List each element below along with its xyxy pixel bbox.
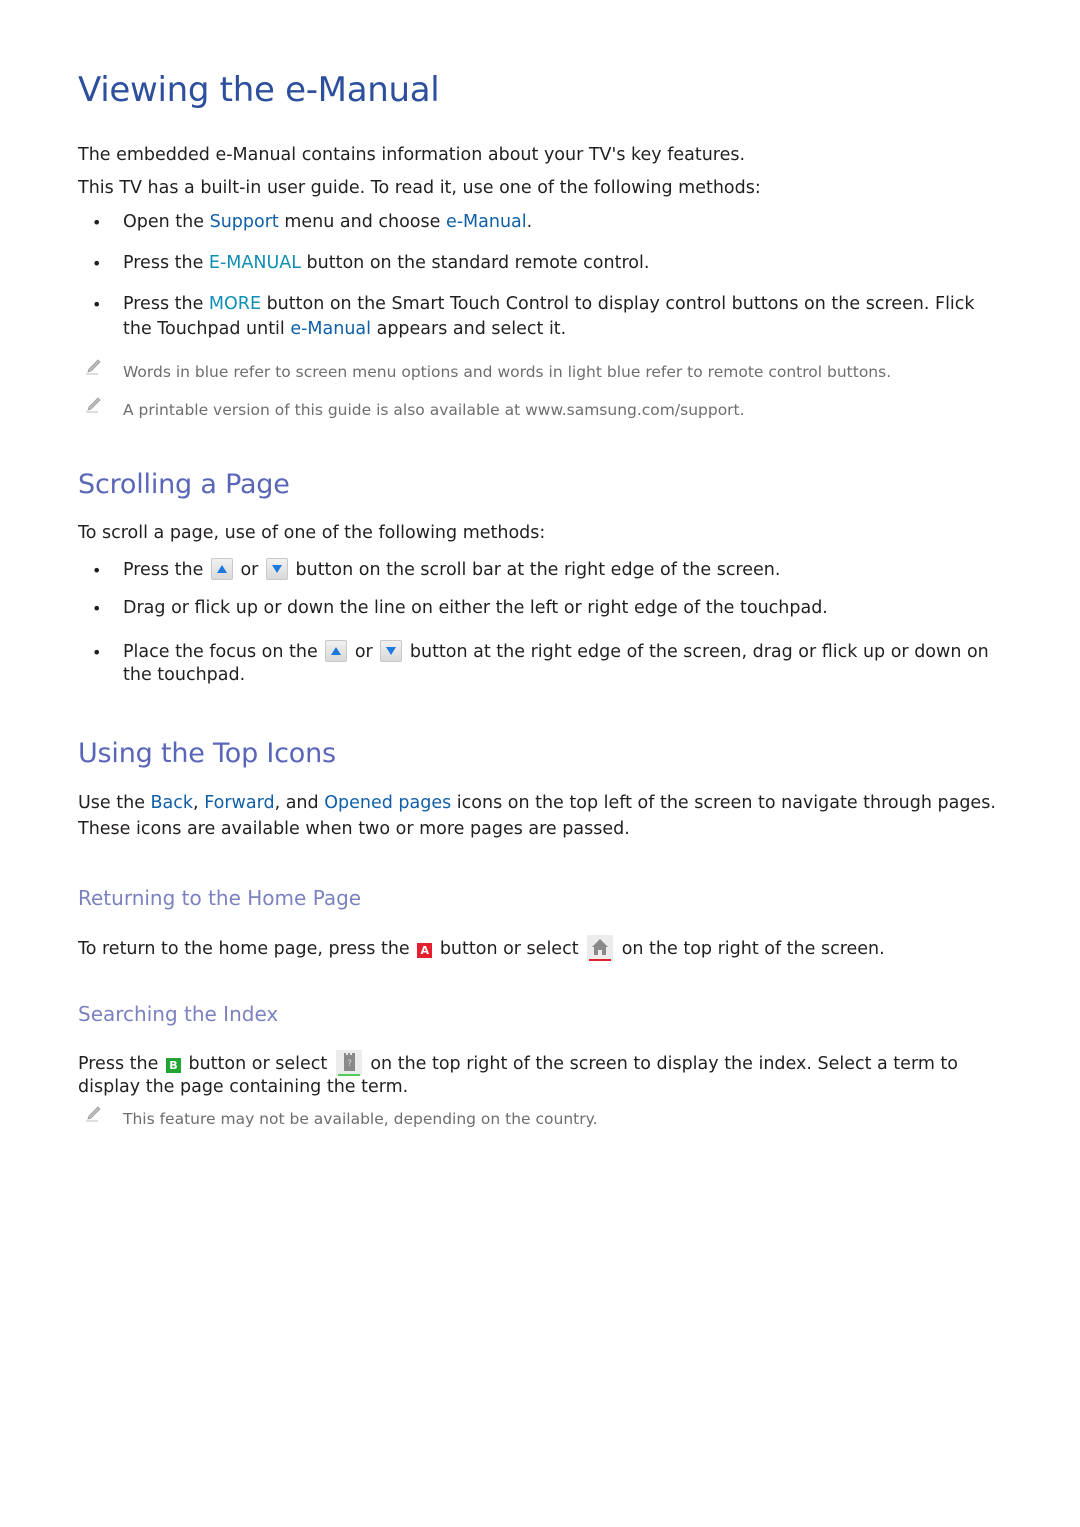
menu-term-forward: Forward bbox=[204, 793, 275, 813]
menu-term-e-manual: e-Manual bbox=[445, 212, 527, 232]
scroll-up-button-icon bbox=[210, 558, 233, 580]
index-paragraph: Press the B button or select ? on the to… bbox=[78, 1050, 998, 1099]
section-heading-scrolling: Scrolling a Page bbox=[78, 469, 290, 500]
bullet-icon: • bbox=[92, 254, 102, 273]
list-item: • Place the focus on the or button at th… bbox=[92, 640, 989, 685]
subheading-home-page: Returning to the Home Page bbox=[78, 886, 362, 910]
menu-term-opened-pages: Opened pages bbox=[324, 793, 452, 813]
bullet-icon: • bbox=[92, 561, 102, 580]
note: This feature may not be available, depen… bbox=[78, 1106, 998, 1130]
methods-paragraph: This TV has a built-in user guide. To re… bbox=[78, 178, 761, 198]
remote-term-more: MORE bbox=[208, 294, 261, 314]
menu-term-support: Support bbox=[209, 212, 279, 232]
bullet-icon: • bbox=[92, 295, 102, 314]
bullet-icon: • bbox=[92, 643, 102, 662]
svg-text:?: ? bbox=[347, 1059, 352, 1069]
menu-term-back: Back bbox=[150, 793, 194, 813]
scroll-down-button-icon bbox=[380, 640, 403, 662]
list-item: • Open the Support menu and choose e-Man… bbox=[78, 210, 998, 235]
subheading-searching-index: Searching the Index bbox=[78, 1002, 279, 1026]
home-page-paragraph: To return to the home page, press the A … bbox=[78, 935, 998, 962]
scrolling-intro: To scroll a page, use of one of the foll… bbox=[78, 523, 546, 543]
note: Words in blue refer to screen menu optio… bbox=[78, 359, 998, 383]
list-item: • Press the or button on the scroll bar … bbox=[78, 558, 998, 583]
scroll-down-button-icon bbox=[265, 558, 288, 580]
intro-paragraph: The embedded e-Manual contains informati… bbox=[78, 145, 746, 165]
list-item: • Press the MORE button on the Smart Tou… bbox=[92, 294, 975, 339]
a-key-icon: A bbox=[417, 943, 433, 958]
menu-term-e-manual: e-Manual bbox=[290, 319, 372, 339]
remote-term-e-manual: E-MANUAL bbox=[208, 253, 301, 273]
section-heading-top-icons: Using the Top Icons bbox=[78, 738, 336, 769]
bullet-icon: • bbox=[92, 599, 102, 618]
bullet-icon: • bbox=[92, 213, 102, 232]
scroll-up-button-icon bbox=[325, 640, 348, 662]
home-icon bbox=[587, 935, 614, 961]
list-item: • Drag or flick up or down the line on e… bbox=[78, 596, 998, 621]
list-item: • Press the E-MANUAL button on the stand… bbox=[78, 251, 998, 276]
top-icons-paragraph: Use the Back, Forward, and Opened pages … bbox=[78, 793, 996, 839]
index-icon: ? bbox=[335, 1050, 362, 1076]
b-key-icon: B bbox=[165, 1058, 181, 1073]
pencil-note-icon bbox=[86, 397, 101, 413]
pencil-note-icon bbox=[86, 1106, 101, 1122]
note: A printable version of this guide is als… bbox=[78, 397, 998, 421]
pencil-note-icon bbox=[86, 359, 101, 375]
page-title: Viewing the e-Manual bbox=[78, 70, 440, 110]
